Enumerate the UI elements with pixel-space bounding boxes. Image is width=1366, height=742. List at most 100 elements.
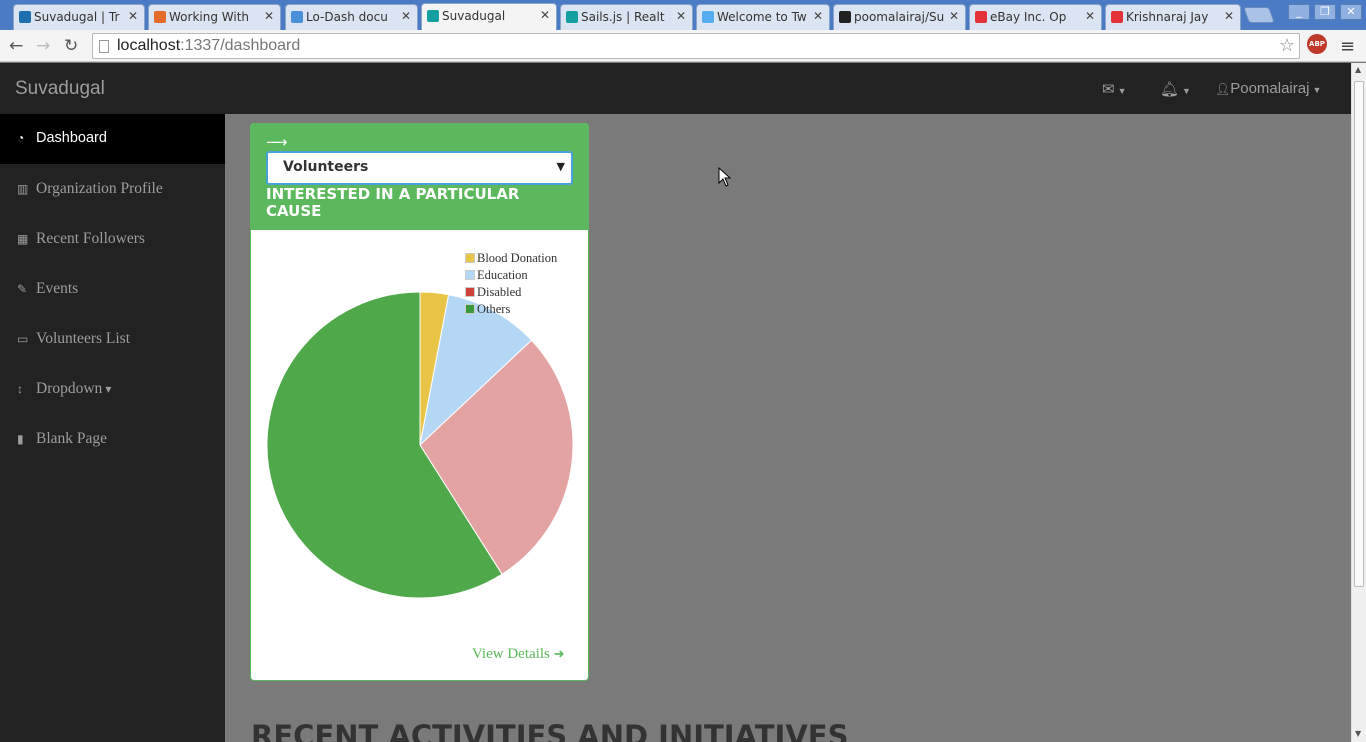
panel-title: INTERESTED IN A PARTICULAR CAUSE	[266, 185, 520, 220]
minimize-button[interactable]: _	[1288, 4, 1310, 20]
legend-label: Blood Donation	[477, 251, 558, 265]
file-icon: ▮	[17, 432, 24, 446]
browser-menu-icon[interactable]: ≡	[1340, 36, 1355, 57]
sidebar-item-blank-page[interactable]: ▮ Blank Page	[0, 414, 225, 464]
legend-item: Disabled	[465, 285, 557, 302]
tab-label: eBay Inc. Op	[990, 10, 1067, 24]
forward-icon[interactable]: →	[36, 36, 50, 56]
sidebar: ◔ Dashboard ▥ Organization Profile ▦ Recent F…	[0, 114, 225, 742]
tab-label: poomalairaj/Su	[854, 10, 945, 24]
tab-label: Working With	[169, 10, 250, 24]
adblock-icon[interactable]: ABP	[1307, 34, 1327, 54]
legend-swatch	[465, 304, 475, 314]
sidebar-item-label: Organization Profile	[36, 180, 163, 197]
address-bar[interactable]: localhost:1337/dashboard ☆	[92, 33, 1300, 59]
browser-tab[interactable]: poomalairaj/Su ✕	[833, 4, 966, 30]
mouse-cursor-icon	[718, 167, 732, 187]
scroll-thumb[interactable]	[1354, 81, 1364, 587]
legend-swatch	[465, 270, 475, 280]
sidebar-item-dropdown[interactable]: ↕ Dropdown ▾	[0, 364, 225, 414]
bookmark-star-icon[interactable]: ☆	[1279, 35, 1295, 56]
cause-panel: ⟶ Volunteers ▼ INTERESTED IN A PARTICULA…	[250, 123, 589, 681]
browser-tab[interactable]: eBay Inc. Op ✕	[969, 4, 1102, 30]
browser-tab[interactable]: Suvadugal | Tr ✕	[13, 4, 145, 30]
sidebar-item-label: Dashboard	[36, 130, 107, 146]
table-icon: ▦	[17, 232, 29, 246]
brand-link[interactable]: Suvadugal	[15, 78, 105, 100]
sidebar-item-label: Dropdown	[36, 380, 103, 397]
browser-tab[interactable]: Working With ✕	[148, 4, 281, 30]
tab-label: Welcome to Tw	[717, 10, 807, 24]
browser-tab[interactable]: Welcome to Tw ✕	[696, 4, 830, 30]
sidebar-item-organization-profile[interactable]: ▥ Organization Profile	[0, 164, 225, 214]
tab-label: Suvadugal | Tr	[34, 10, 120, 24]
legend-swatch	[465, 253, 475, 263]
sidebar-item-dashboard[interactable]: ◔ Dashboard	[0, 114, 225, 164]
sidebar-item-label: Volunteers List	[36, 330, 130, 347]
browser-tab[interactable]: Sails.js | Realt ✕	[560, 4, 693, 30]
close-tab-icon[interactable]: ✕	[676, 9, 686, 23]
reload-icon[interactable]: ↻	[64, 36, 78, 56]
browser-tab[interactable]: Suvadugal ✕	[421, 3, 557, 30]
scroll-up-icon[interactable]: ▲	[1355, 65, 1361, 74]
chevron-down-icon: ▼	[556, 160, 565, 173]
back-icon[interactable]: ←	[9, 36, 23, 56]
view-details-label: View Details	[472, 646, 550, 662]
user-dropdown[interactable]: 👤︎Poomalairaj ▼	[1215, 80, 1321, 97]
close-window-button[interactable]: ✕	[1340, 4, 1362, 20]
view-details-link[interactable]: View Details ➜	[472, 646, 564, 663]
restore-button[interactable]: ❐	[1314, 4, 1336, 20]
sidebar-item-recent-followers[interactable]: ▦ Recent Followers	[0, 214, 225, 264]
close-tab-icon[interactable]: ✕	[128, 9, 138, 23]
alerts-dropdown[interactable]: 🔔︎ ▼	[1160, 80, 1191, 98]
close-tab-icon[interactable]: ✕	[813, 9, 823, 23]
close-tab-icon[interactable]: ✕	[1085, 9, 1095, 23]
favicon-icon	[702, 11, 714, 23]
browser-tab[interactable]: Krishnaraj Jay ✕	[1105, 4, 1241, 30]
legend-item: Others	[465, 302, 557, 319]
caret-down-icon: ▼	[1312, 85, 1322, 95]
browser-tab-strip: Suvadugal | Tr ✕ Working With ✕ Lo-Dash docu…	[0, 0, 1366, 30]
legend-label: Disabled	[477, 285, 522, 299]
close-tab-icon[interactable]: ✕	[949, 9, 959, 23]
close-tab-icon[interactable]: ✕	[401, 9, 411, 23]
legend-item: Education	[465, 268, 557, 285]
new-tab-button[interactable]	[1243, 7, 1275, 23]
favicon-icon	[566, 11, 578, 23]
panel-heading: ⟶ Volunteers ▼ INTERESTED IN A PARTICULA…	[251, 124, 588, 230]
page-scrollbar[interactable]: ▲ ▼	[1351, 63, 1366, 742]
long-arrow-right-icon: ⟶	[266, 133, 288, 151]
browser-tab[interactable]: Lo-Dash docu ✕	[285, 4, 418, 30]
url-text[interactable]: localhost:1337/dashboard	[117, 37, 300, 55]
favicon-icon	[427, 10, 439, 22]
edit-icon: ✎	[17, 282, 28, 296]
legend-label: Others	[477, 302, 511, 316]
tab-label: Lo-Dash docu	[306, 10, 388, 24]
legend-label: Education	[477, 268, 528, 282]
favicon-icon	[154, 11, 166, 23]
favicon-icon	[975, 11, 987, 23]
favicon-icon	[291, 11, 303, 23]
section-title: RECENT ACTIVITIES AND INITIATIVES	[251, 719, 849, 742]
favicon-icon	[19, 11, 31, 23]
arrows-v-icon: ↕	[17, 382, 23, 396]
messages-dropdown[interactable]: ✉ ▼	[1102, 80, 1127, 98]
browser-toolbar: ← → ↻ localhost:1337/dashboard ☆ ABP ≡	[0, 30, 1366, 62]
close-tab-icon[interactable]: ✕	[264, 9, 274, 23]
close-tab-icon[interactable]: ✕	[1224, 9, 1234, 23]
page-icon	[99, 40, 109, 53]
legend-item: Blood Donation	[465, 251, 557, 268]
caret-down-icon: ▼	[1182, 86, 1191, 96]
sidebar-item-volunteers-list[interactable]: ▭ Volunteers List	[0, 314, 225, 364]
scroll-down-icon[interactable]: ▼	[1355, 729, 1361, 738]
app-navbar: Suvadugal ✉ ▼ 🔔︎ ▼ 👤︎Poomalairaj ▼	[0, 63, 1366, 114]
close-tab-icon[interactable]: ✕	[540, 8, 550, 22]
sidebar-item-label: Recent Followers	[36, 230, 145, 247]
user-name: Poomalairaj	[1230, 80, 1310, 97]
sidebar-item-events[interactable]: ✎ Events	[0, 264, 225, 314]
desktop-icon: ▭	[17, 332, 29, 346]
tab-label: Krishnaraj Jay	[1126, 10, 1209, 24]
user-icon: 👤︎	[1215, 82, 1231, 96]
category-select[interactable]: Volunteers ▼	[266, 151, 573, 185]
favicon-icon	[1111, 11, 1123, 23]
